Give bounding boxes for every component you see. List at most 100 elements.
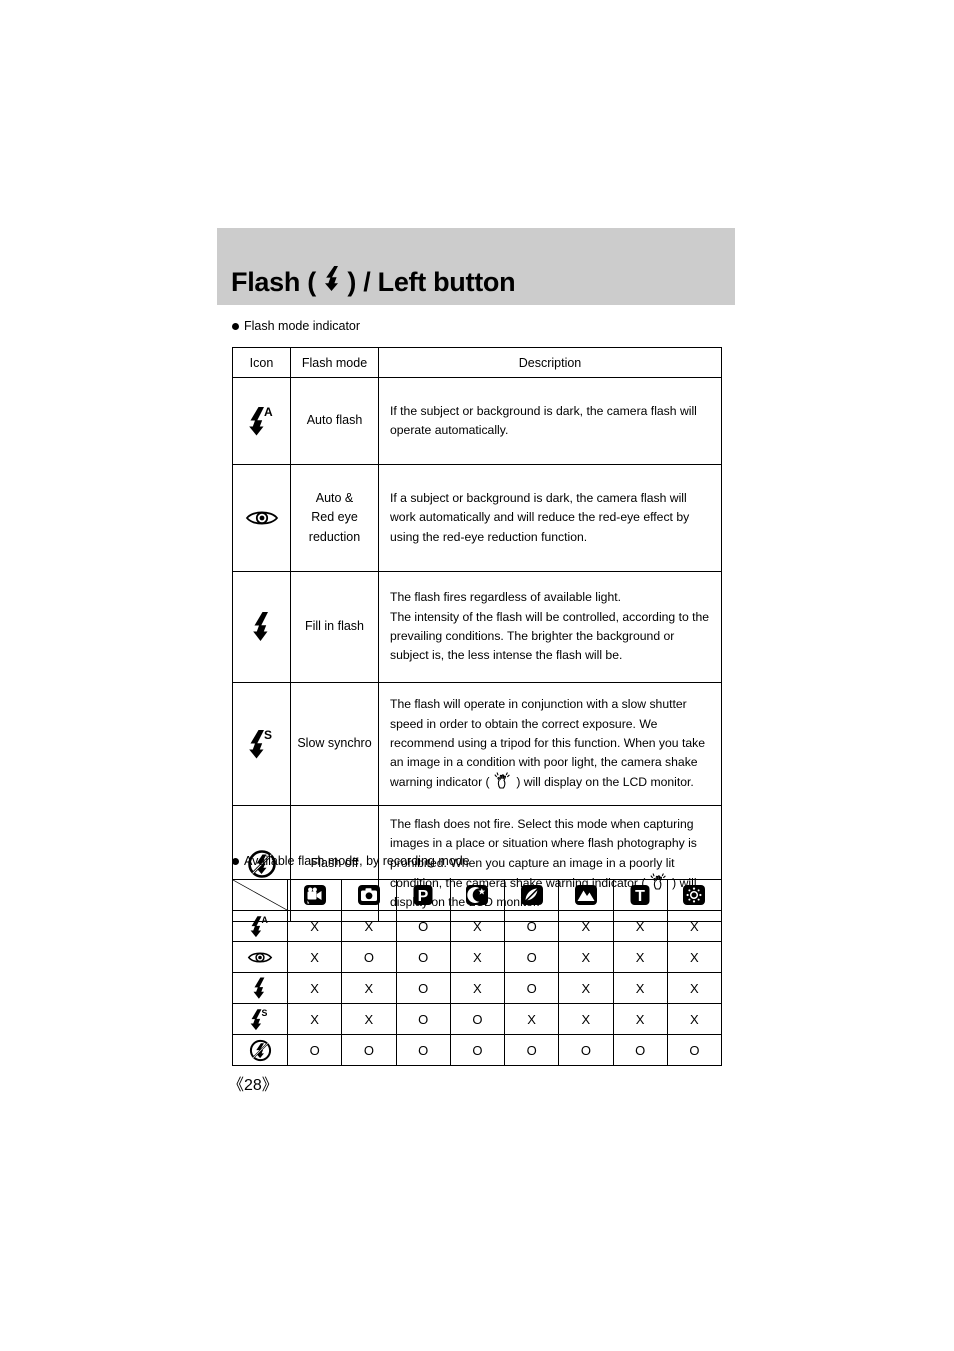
flash-slow-sync-icon: S [249,1007,271,1032]
flash-mode-name: Auto flash [290,377,379,465]
program-mode-icon: P [411,884,435,906]
availability-cell: O [395,1003,451,1035]
text-mode-icon: T [628,884,652,906]
availability-cell: O [395,972,451,1004]
availability-cell: O [558,1034,614,1066]
availability-cell: O [286,1034,343,1066]
availability-cell: X [341,910,397,942]
flash-mode-name: Slow synchro [290,682,379,806]
page-title-band: Flash ( ) / Left button [217,228,735,305]
svg-text:A: A [264,405,273,419]
available-flash-mode-table: P T A X X O X O X X X X O O X O X X X X … [232,879,723,1066]
flash-slow-sync-icon: S [247,727,277,761]
svg-text:P: P [418,888,429,905]
bullet-dot-icon [232,322,239,330]
table-row: A Auto flash If the subject or backgroun… [232,377,722,465]
movie-mode-icon [303,884,327,906]
camera-shake-warning-icon [493,772,513,789]
flash-slow-sync-icon-cell: S [232,682,291,806]
red-eye-icon [247,950,273,965]
flash-auto-icon-cell: A [232,377,291,465]
flash-auto-icon-cell: A [232,910,288,942]
availability-cell: X [666,1003,723,1035]
table-row: Fill in flash The flash fires regardless… [232,571,722,683]
flash-fill-icon [251,976,269,1001]
flash-auto-icon: A [247,404,277,438]
page-title-suffix: ) / Left button [340,267,516,297]
fireworks-mode-icon [682,884,706,906]
available-flash-mode-label: Available flash mode, by recording mode [244,854,470,868]
column-header-description: Description [378,347,722,378]
bullet-dot-icon [232,857,239,865]
portrait-mode-icon [520,884,544,906]
flash-mode-table: Icon Flash mode Description A Auto flash… [232,347,722,923]
availability-cell: X [666,972,723,1004]
svg-text:S: S [261,1007,267,1017]
flash-fill-icon [250,610,274,644]
flash-mode-name: Fill in flash [290,571,379,683]
description-part-2: ) will display on the LCD monitor. [512,775,694,790]
availability-cell: X [558,1003,614,1035]
availability-cell: X [612,910,668,942]
availability-cell: X [503,1003,560,1035]
table-row: S Slow synchro The flash will operate in… [232,682,722,806]
red-eye-icon [245,508,279,528]
flash-auto-icon: A [249,914,271,939]
landscape-mode-icon-cell [558,879,614,911]
red-eye-icon-cell [232,464,291,572]
availability-cell: O [666,1034,723,1066]
availability-cell: X [558,910,614,942]
text-mode-icon-cell: T [612,879,668,911]
availability-cell: O [395,941,451,973]
flash-off-icon [249,1039,272,1062]
availability-cell: X [558,941,614,973]
flash-mode-description: The flash fires regardless of available … [378,571,722,683]
availability-cell: O [449,1034,506,1066]
table-row: A X X O X O X X X [232,910,723,942]
availability-cell: X [286,1003,343,1035]
column-header-icon: Icon [232,347,291,378]
flash-slow-sync-icon-cell: S [232,1003,288,1035]
availability-cell: X [286,972,343,1004]
availability-cell: X [286,941,343,973]
availability-cell: X [612,941,668,973]
flash-mode-description: The flash will operate in conjunction wi… [378,682,722,806]
availability-cell: O [503,910,560,942]
availability-cell: O [395,1034,451,1066]
night-scene-mode-icon [465,884,489,906]
table-row: S X X O O X X X X [232,1003,723,1035]
availability-cell: X [341,1003,397,1035]
table-row: X X O X O X X X [232,972,723,1004]
page-title: Flash ( ) / Left button [217,265,516,305]
availability-cell: X [341,972,397,1004]
recording-mode-header-row: P T [232,879,723,911]
page-number: 《28》 [228,1077,278,1094]
portrait-mode-icon-cell [503,879,560,911]
availability-cell: O [503,972,560,1004]
still-image-mode-icon [357,884,381,906]
movie-mode-icon-cell [286,879,343,911]
availability-cell: X [449,972,506,1004]
program-mode-icon-cell: P [395,879,451,911]
availability-cell: X [286,910,343,942]
column-header-flash-mode: Flash mode [290,347,379,378]
flash-mode-description: If a subject or background is dark, the … [378,464,722,572]
still-image-mode-icon-cell [341,879,397,911]
availability-cell: X [558,972,614,1004]
availability-cell: O [341,941,397,973]
table-row: X O O X O X X X [232,941,723,973]
availability-cell: O [449,1003,506,1035]
svg-text:S: S [264,728,272,742]
availability-cell: X [612,1003,668,1035]
fireworks-mode-icon-cell [666,879,723,911]
landscape-mode-icon [574,884,598,906]
svg-text:T: T [635,888,645,905]
available-flash-mode-heading: Available flash mode, by recording mode [232,854,470,868]
flash-off-icon-cell [232,1034,288,1066]
flash-bolt-icon [323,265,340,291]
availability-cell: X [612,972,668,1004]
red-eye-icon-cell [232,941,288,973]
page-title-prefix: Flash ( [231,267,324,297]
availability-cell: X [449,941,506,973]
flash-fill-icon-cell [232,972,288,1004]
